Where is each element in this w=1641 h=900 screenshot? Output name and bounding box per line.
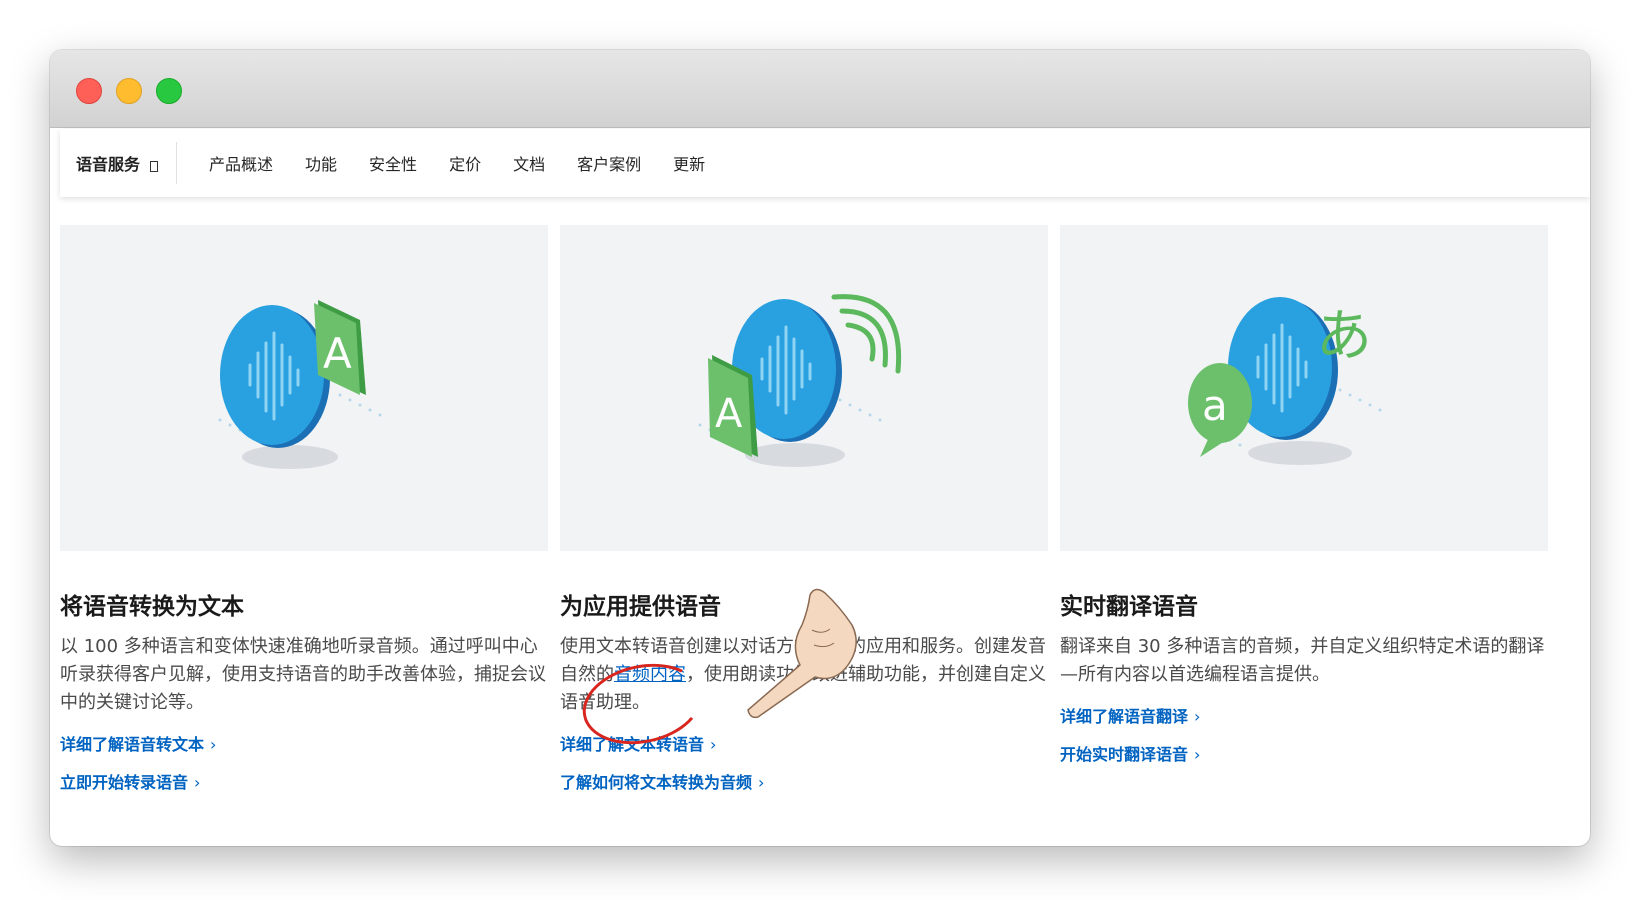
nav-item-customer-stories[interactable]: 客户案例 bbox=[577, 151, 641, 175]
nav-brand[interactable]: 语音服务 bbox=[60, 142, 178, 184]
pointing-hand-icon bbox=[747, 588, 857, 719]
card-description: 翻译来自 30 多种语言的音频，并自定义组织特定术语的翻译—所有内容以首选编程语… bbox=[1060, 636, 1545, 685]
chevron-down-icon bbox=[150, 160, 159, 172]
illustration-letter: あ bbox=[1316, 304, 1372, 369]
link-label: 立即开始转录语音 bbox=[60, 773, 189, 792]
nav-item-pricing[interactable]: 定价 bbox=[449, 151, 481, 175]
browser-window: 语音服务 产品概述 功能 安全性 定价 文档 客户案例 更新 A 将语音转换为文… bbox=[50, 50, 1590, 846]
chevron-right-icon: › bbox=[1194, 707, 1201, 726]
minimize-window-button[interactable] bbox=[116, 78, 142, 104]
link-label: 详细了解语音翻译 bbox=[1060, 707, 1189, 726]
nav-item-docs[interactable]: 文档 bbox=[513, 151, 545, 175]
chevron-right-icon: › bbox=[710, 735, 717, 754]
illustration-letter: A bbox=[323, 329, 352, 378]
chevron-right-icon: › bbox=[758, 773, 765, 792]
nav-item-features[interactable]: 功能 bbox=[305, 151, 337, 175]
learn-speech-to-text-link[interactable]: 详细了解语音转文本 › bbox=[60, 731, 548, 755]
card-title: 实时翻译语音 bbox=[1060, 594, 1198, 620]
nav-item-security[interactable]: 安全性 bbox=[369, 151, 417, 175]
speech-translation-illustration: a あ bbox=[1060, 225, 1548, 551]
card-title: 将语音转换为文本 bbox=[60, 594, 244, 620]
maximize-window-button[interactable] bbox=[156, 78, 182, 104]
chevron-right-icon: › bbox=[210, 735, 217, 754]
nav-item-updates[interactable]: 更新 bbox=[673, 151, 705, 175]
link-label: 了解如何将文本转换为音频 bbox=[560, 773, 753, 792]
link-label: 详细了解语音转文本 bbox=[60, 735, 205, 754]
nav-item-overview[interactable]: 产品概述 bbox=[209, 151, 273, 175]
learn-speech-translation-link[interactable]: 详细了解语音翻译 › bbox=[1060, 703, 1548, 727]
product-nav: 语音服务 产品概述 功能 安全性 定价 文档 客户案例 更新 bbox=[60, 129, 1590, 197]
card-description: 以 100 多种语言和变体快速准确地听录音频。通过呼叫中心听录获得客户见解，使用… bbox=[60, 636, 546, 713]
chevron-right-icon: › bbox=[194, 773, 201, 792]
card-speech-to-text: A 将语音转换为文本 以 100 多种语言和变体快速准确地听录音频。通过呼叫中心… bbox=[60, 225, 548, 793]
illustration-letter: a bbox=[1202, 381, 1228, 430]
start-transcribing-link[interactable]: 立即开始转录语音 › bbox=[60, 769, 548, 793]
card-speech-translation: a あ 实时翻译语音 翻译来自 30 多种语言的音频，并自定义组织特定术语的翻译… bbox=[1060, 225, 1548, 765]
convert-text-to-audio-link[interactable]: 了解如何将文本转换为音频 › bbox=[560, 769, 1048, 793]
illustration-letter: A bbox=[715, 391, 743, 437]
close-window-button[interactable] bbox=[76, 78, 102, 104]
chevron-right-icon: › bbox=[1194, 745, 1201, 764]
link-label: 开始实时翻译语音 bbox=[1060, 745, 1189, 764]
text-to-speech-illustration: A bbox=[560, 225, 1048, 551]
window-titlebar bbox=[50, 50, 1590, 128]
speech-to-text-illustration: A bbox=[60, 225, 548, 551]
start-translating-link[interactable]: 开始实时翻译语音 › bbox=[1060, 741, 1548, 765]
nav-brand-label: 语音服务 bbox=[76, 155, 141, 174]
